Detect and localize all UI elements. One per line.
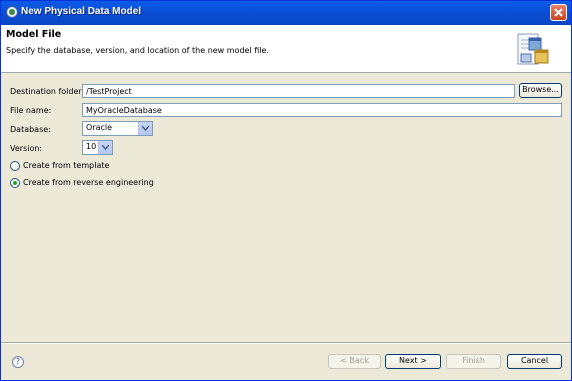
version-dropdown-arrow[interactable]	[98, 141, 112, 154]
page-title: Model File	[6, 29, 62, 40]
wizard-header: Model File Specify the database, version…	[1, 25, 571, 73]
version-select[interactable]: 10	[82, 140, 113, 155]
finish-button[interactable]: Finish	[446, 354, 501, 369]
file-name-input[interactable]: MyOracleDatabase	[82, 103, 562, 117]
browse-button[interactable]: Browse...	[519, 83, 562, 98]
close-button[interactable]	[550, 4, 567, 21]
destination-folder-label: Destination folder:	[10, 87, 85, 96]
window-title: New Physical Data Model	[21, 6, 142, 17]
version-label: Version:	[10, 144, 43, 153]
database-select[interactable]: Oracle	[82, 121, 153, 136]
database-dropdown-arrow[interactable]	[138, 122, 152, 135]
eclipse-app-icon	[6, 6, 18, 18]
create-from-reverse-engineering-radio[interactable]	[10, 178, 20, 188]
data-model-wizard-icon	[517, 33, 549, 65]
create-from-reverse-engineering-label[interactable]: Create from reverse engineering	[23, 178, 154, 187]
radio-selected-indicator	[13, 181, 17, 185]
title-bar[interactable]: New Physical Data Model	[1, 1, 571, 25]
file-name-label: File name:	[10, 106, 52, 115]
next-button[interactable]: Next >	[385, 354, 441, 369]
dialog-window: New Physical Data Model Model File Speci…	[0, 0, 572, 381]
destination-folder-input[interactable]: /TestProject	[82, 84, 515, 98]
create-from-template-label[interactable]: Create from template	[23, 161, 109, 170]
chevron-down-icon	[142, 126, 149, 131]
footer-separator	[1, 342, 571, 344]
back-button[interactable]: < Back	[328, 354, 381, 369]
close-icon	[554, 8, 563, 17]
create-from-template-radio[interactable]	[10, 161, 20, 171]
database-selected-value: Oracle	[86, 123, 113, 132]
version-selected-value: 10	[86, 142, 97, 151]
database-label: Database:	[10, 125, 51, 134]
help-icon[interactable]: ?	[12, 356, 24, 368]
page-description: Specify the database, version, and locat…	[6, 46, 269, 55]
cancel-button[interactable]: Cancel	[507, 354, 562, 369]
chevron-down-icon	[102, 145, 109, 150]
